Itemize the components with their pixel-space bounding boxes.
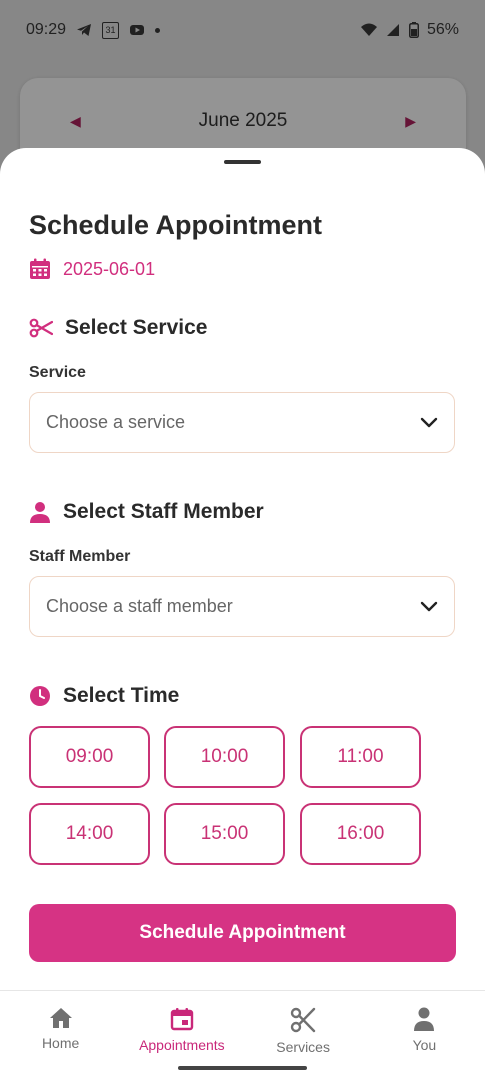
time-slot-button[interactable]: 14:00 bbox=[29, 803, 150, 865]
scissors-icon bbox=[290, 1007, 316, 1033]
nav-label-services: Services bbox=[276, 1039, 330, 1055]
service-heading-text: Select Service bbox=[65, 316, 208, 339]
selected-date-text: 2025-06-01 bbox=[63, 258, 156, 279]
service-section-heading: Select Service bbox=[29, 316, 207, 340]
nav-label-appointments: Appointments bbox=[139, 1037, 225, 1053]
gesture-navigation-bar[interactable] bbox=[178, 1066, 307, 1070]
selected-date: 2025-06-01 bbox=[29, 258, 155, 280]
sheet-drag-handle[interactable] bbox=[224, 160, 261, 164]
chevron-down-icon bbox=[420, 601, 438, 611]
time-slot-button[interactable]: 11:00 bbox=[300, 726, 421, 788]
time-slot-button[interactable]: 16:00 bbox=[300, 803, 421, 865]
clock-icon bbox=[30, 686, 50, 706]
staff-heading-text: Select Staff Member bbox=[63, 500, 264, 523]
schedule-appointment-sheet: Schedule Appointment 2025-06-01 Select S… bbox=[0, 148, 485, 990]
time-slot-button[interactable]: 09:00 bbox=[29, 726, 150, 788]
service-select[interactable]: Choose a service bbox=[29, 392, 455, 453]
schedule-appointment-button[interactable]: Schedule Appointment bbox=[29, 904, 456, 962]
person-icon bbox=[414, 1007, 435, 1031]
nav-label-home: Home bbox=[41, 1035, 80, 1051]
person-icon bbox=[30, 502, 50, 523]
time-slot-button[interactable]: 10:00 bbox=[164, 726, 285, 788]
sheet-title: Schedule Appointment bbox=[29, 210, 323, 240]
nav-item-home[interactable]: Home bbox=[0, 991, 121, 1080]
calendar-icon bbox=[30, 258, 50, 279]
chevron-down-icon bbox=[420, 417, 438, 427]
service-placeholder: Choose a service bbox=[46, 412, 186, 432]
staff-label: Staff Member bbox=[29, 548, 131, 565]
scissors-icon bbox=[29, 318, 53, 338]
staff-select[interactable]: Choose a staff member bbox=[29, 576, 455, 637]
service-label: Service bbox=[29, 364, 86, 381]
time-heading-text: Select Time bbox=[63, 684, 180, 707]
calendar-icon bbox=[170, 1008, 194, 1031]
staff-section-heading: Select Staff Member bbox=[29, 500, 264, 524]
staff-placeholder: Choose a staff member bbox=[46, 596, 233, 616]
nav-label-you: You bbox=[412, 1037, 437, 1053]
time-slot-button[interactable]: 15:00 bbox=[164, 803, 285, 865]
home-icon bbox=[49, 1008, 72, 1028]
nav-item-you[interactable]: You bbox=[364, 991, 485, 1080]
time-section-heading: Select Time bbox=[29, 684, 179, 708]
